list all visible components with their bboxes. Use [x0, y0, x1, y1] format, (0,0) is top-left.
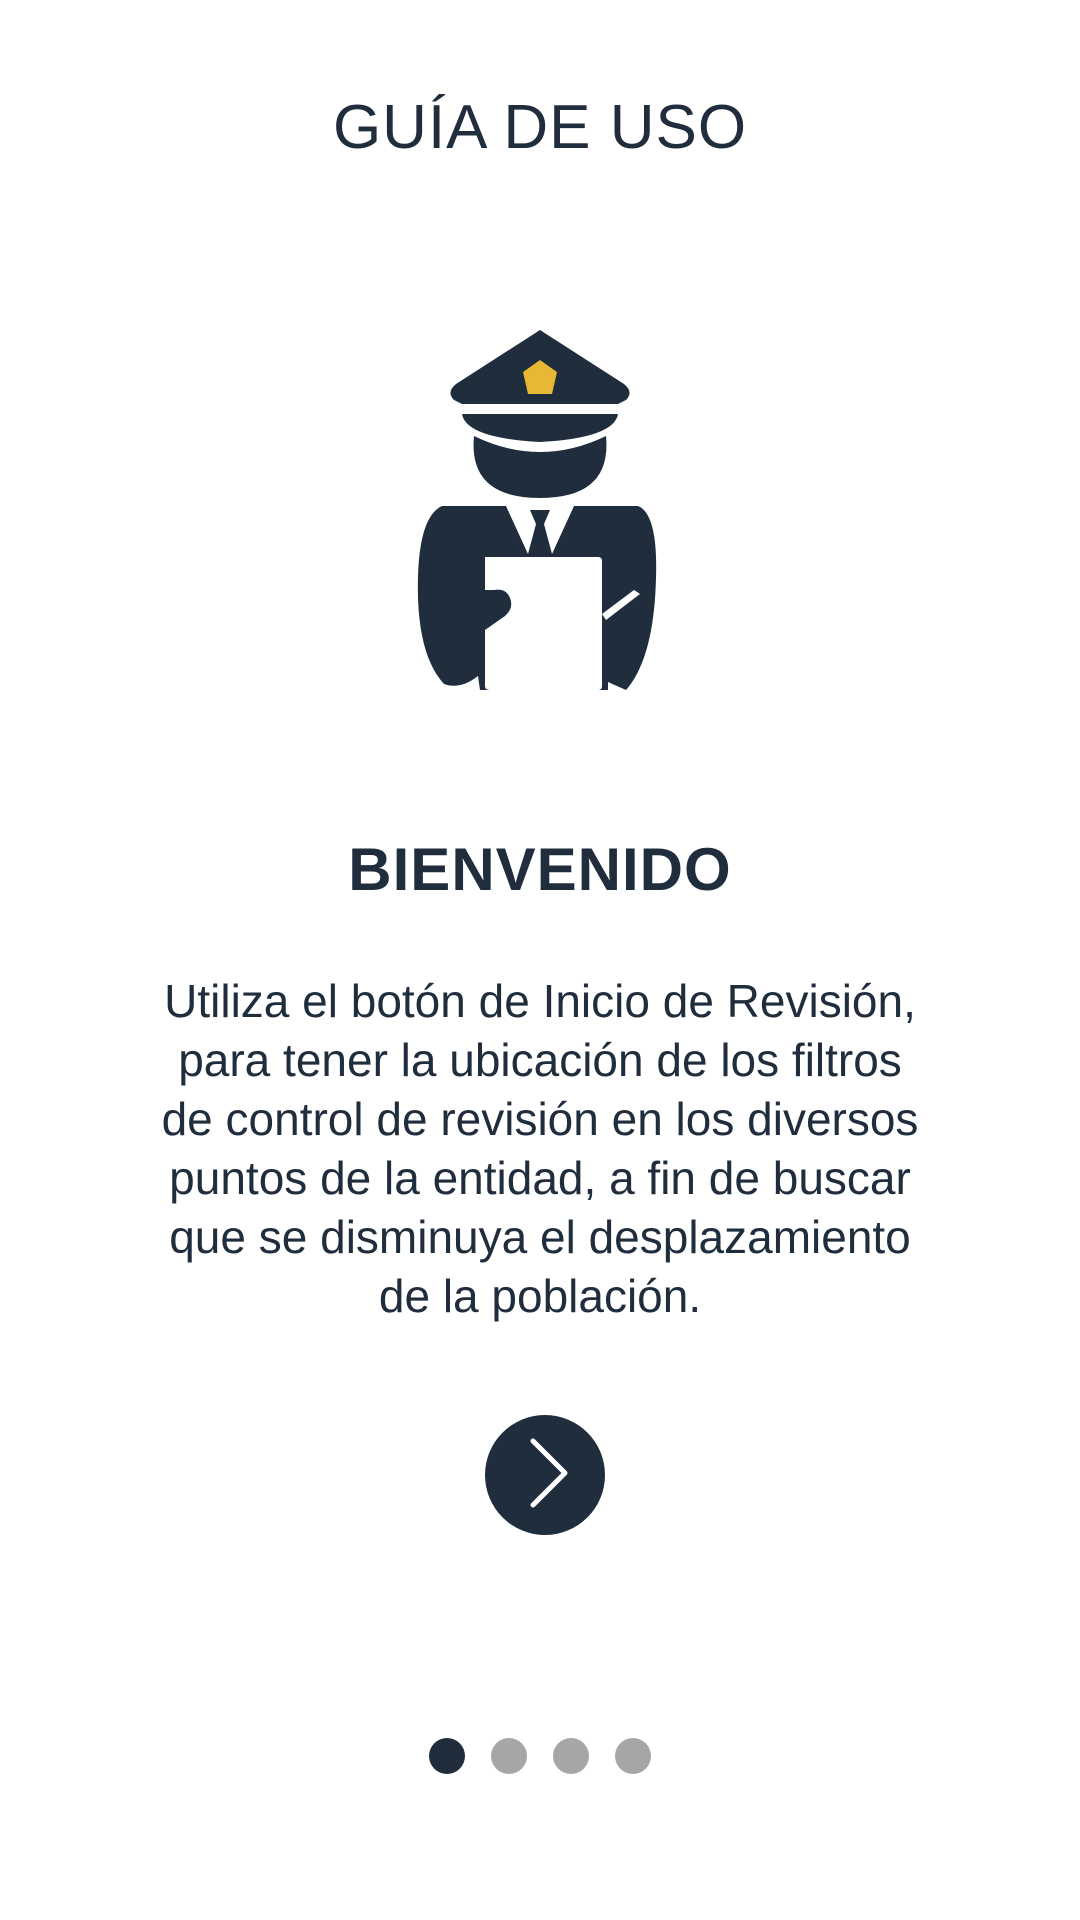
next-button[interactable]: [485, 1415, 605, 1535]
page-indicator: [0, 1738, 1080, 1774]
description-text: Utiliza el botón de Inicio de Revisión, …: [161, 975, 919, 1322]
page-dot[interactable]: [615, 1738, 651, 1774]
page-dot-active[interactable]: [429, 1738, 465, 1774]
chevron-right-icon: [515, 1433, 575, 1518]
page-title: GUÍA DE USO: [332, 93, 748, 162]
welcome-heading: BIENVENIDO: [348, 836, 732, 903]
page-dot[interactable]: [553, 1738, 589, 1774]
officer-with-clipboard-icon: [390, 318, 690, 718]
page-dot[interactable]: [491, 1738, 527, 1774]
